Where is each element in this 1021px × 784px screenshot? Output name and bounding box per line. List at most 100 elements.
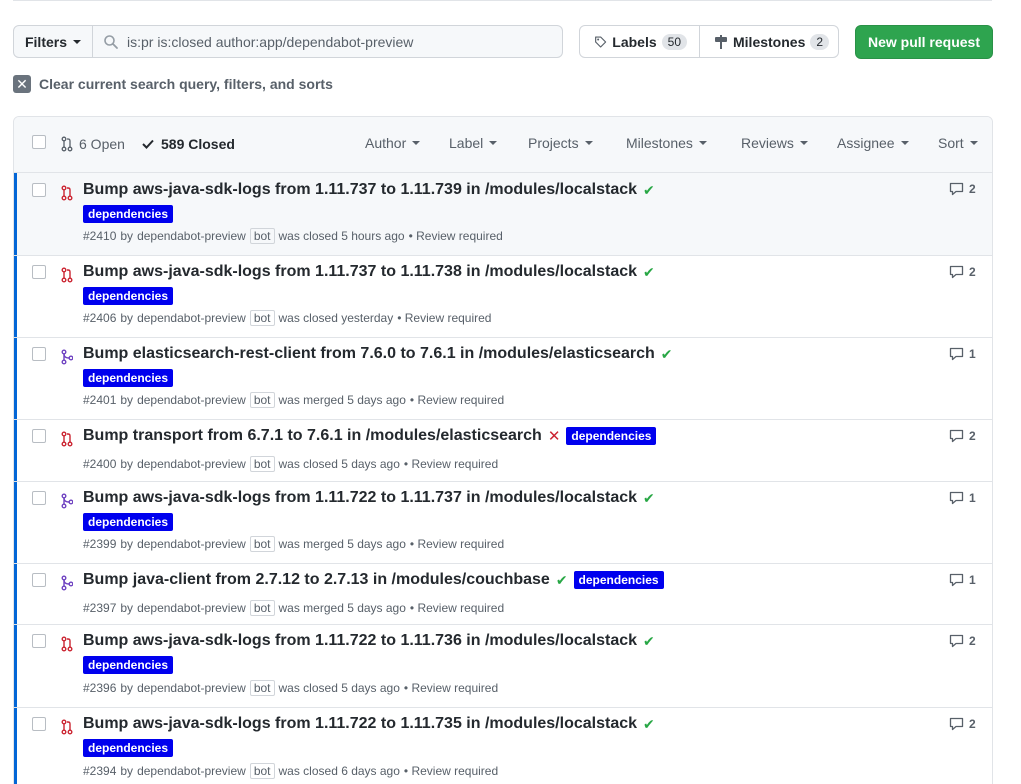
comments-link[interactable]: 2 <box>949 429 976 443</box>
milestone-icon <box>715 34 727 49</box>
check-icon[interactable]: ✔ <box>643 264 655 281</box>
row-checkbox[interactable] <box>32 347 46 361</box>
review-status-link[interactable]: • Review required <box>404 681 498 695</box>
row-checkbox[interactable] <box>32 717 46 731</box>
x-icon[interactable]: ✕ <box>548 427 561 445</box>
row-checkbox[interactable] <box>32 183 46 197</box>
review-status-link[interactable]: • Review required <box>409 229 503 243</box>
review-status-link[interactable]: • Review required <box>397 311 491 325</box>
comments-link[interactable]: 1 <box>949 347 976 361</box>
row-checkbox[interactable] <box>32 573 46 587</box>
check-icon[interactable]: ✔ <box>643 182 655 199</box>
author-link[interactable]: dependabot-preview <box>137 311 246 325</box>
dependencies-label[interactable]: dependencies <box>83 205 174 223</box>
pull-request-title[interactable]: Bump aws-java-sdk-logs from 1.11.737 to … <box>83 181 655 199</box>
select-all-checkbox[interactable] <box>32 135 46 149</box>
closed-count-label: 589 Closed <box>161 136 235 152</box>
dependencies-label[interactable]: dependencies <box>83 369 174 387</box>
row-checkbox[interactable] <box>32 491 46 505</box>
close-icon: ✕ <box>13 75 31 93</box>
pull-request-title-text: Bump transport from 6.7.1 to 7.6.1 in /m… <box>83 427 542 444</box>
comments-link[interactable]: 2 <box>949 182 976 196</box>
author-link[interactable]: dependabot-preview <box>137 537 246 551</box>
comments-link[interactable]: 1 <box>949 491 976 505</box>
pull-request-title[interactable]: Bump java-client from 2.7.12 to 2.7.13 i… <box>83 571 664 589</box>
projects-menu[interactable]: Projects <box>528 135 593 151</box>
open-filter-link[interactable]: 6 Open <box>61 136 125 152</box>
review-status-link[interactable]: • Review required <box>410 601 504 615</box>
pr-number-link[interactable]: #2406 <box>83 311 116 325</box>
comments-count: 1 <box>969 491 976 505</box>
author-link[interactable]: dependabot-preview <box>137 764 246 778</box>
assignee-menu[interactable]: Assignee <box>837 135 909 151</box>
check-icon[interactable]: ✔ <box>643 716 655 733</box>
pr-number-link[interactable]: #2396 <box>83 681 116 695</box>
closed-pull-request-icon <box>61 267 73 283</box>
pull-request-title-text: Bump elasticsearch-rest-client from 7.6.… <box>83 345 655 362</box>
filters-label: Filters <box>24 33 67 50</box>
filters-button[interactable]: Filters <box>13 25 93 58</box>
search-input[interactable] <box>127 33 547 50</box>
author-link[interactable]: dependabot-preview <box>137 393 246 407</box>
pull-request-title[interactable]: Bump elasticsearch-rest-client from 7.6.… <box>83 345 673 363</box>
pr-number-link[interactable]: #2401 <box>83 393 116 407</box>
comments-link[interactable]: 2 <box>949 634 976 648</box>
reviews-menu[interactable]: Reviews <box>741 135 808 151</box>
milestones-button[interactable]: Milestones 2 <box>699 26 841 57</box>
review-status-link[interactable]: • Review required <box>410 537 504 551</box>
review-status-link[interactable]: • Review required <box>404 457 498 471</box>
dependencies-label[interactable]: dependencies <box>566 427 657 445</box>
comments-link[interactable]: 1 <box>949 573 976 587</box>
check-icon[interactable]: ✔ <box>556 572 568 589</box>
author-link[interactable]: dependabot-preview <box>137 229 246 243</box>
row-checkbox[interactable] <box>32 265 46 279</box>
check-icon[interactable]: ✔ <box>643 490 655 507</box>
search-field[interactable] <box>93 25 563 58</box>
author-link[interactable]: dependabot-preview <box>137 681 246 695</box>
check-icon[interactable]: ✔ <box>643 633 655 650</box>
clear-filters-link[interactable]: ✕ Clear current search query, filters, a… <box>13 75 333 93</box>
pull-request-title[interactable]: Bump aws-java-sdk-logs from 1.11.722 to … <box>83 715 655 733</box>
pull-request-meta: #2401 by dependabot-preview bot was merg… <box>83 392 504 408</box>
author-link[interactable]: dependabot-preview <box>137 601 246 615</box>
pr-number-link[interactable]: #2397 <box>83 601 116 615</box>
tag-icon <box>595 35 607 48</box>
comments-link[interactable]: 2 <box>949 265 976 279</box>
milestones-menu[interactable]: Milestones <box>626 135 707 151</box>
label-menu[interactable]: Label <box>449 135 498 151</box>
dependencies-label[interactable]: dependencies <box>573 571 664 589</box>
review-status-link[interactable]: • Review required <box>410 393 504 407</box>
dependencies-label[interactable]: dependencies <box>83 656 174 674</box>
sort-menu[interactable]: Sort <box>938 135 978 151</box>
pr-number-link[interactable]: #2410 <box>83 229 116 243</box>
pr-number-link[interactable]: #2400 <box>83 457 116 471</box>
row-checkbox[interactable] <box>32 429 46 443</box>
by-text: by <box>120 457 134 471</box>
comments-count: 2 <box>969 265 976 279</box>
pull-request-title[interactable]: Bump aws-java-sdk-logs from 1.11.737 to … <box>83 263 655 281</box>
labels-button[interactable]: Labels 50 <box>580 26 699 57</box>
check-icon[interactable]: ✔ <box>661 346 673 363</box>
author-link[interactable]: dependabot-preview <box>137 457 246 471</box>
bot-badge: bot <box>249 228 275 244</box>
row-checkbox[interactable] <box>32 634 46 648</box>
dependencies-label[interactable]: dependencies <box>83 513 174 531</box>
dependencies-label[interactable]: dependencies <box>83 739 174 757</box>
new-pull-request-button[interactable]: New pull request <box>855 25 993 59</box>
pull-request-title[interactable]: Bump transport from 6.7.1 to 7.6.1 in /m… <box>83 427 657 445</box>
pull-request-row: Bump aws-java-sdk-logs from 1.11.737 to … <box>14 173 992 256</box>
comments-link[interactable]: 2 <box>949 717 976 731</box>
dependencies-label[interactable]: dependencies <box>83 287 174 305</box>
pull-request-row: Bump aws-java-sdk-logs from 1.11.722 to … <box>14 482 992 564</box>
pull-request-title[interactable]: Bump aws-java-sdk-logs from 1.11.722 to … <box>83 632 655 650</box>
comment-icon <box>949 573 964 587</box>
status-text: was closed 5 hours ago <box>278 229 405 243</box>
review-status-link[interactable]: • Review required <box>404 764 498 778</box>
author-menu[interactable]: Author <box>365 135 421 151</box>
pr-number-link[interactable]: #2399 <box>83 537 116 551</box>
by-text: by <box>120 601 134 615</box>
pr-number-link[interactable]: #2394 <box>83 764 116 778</box>
labels-milestones-group: Labels 50 Milestones 2 <box>579 25 839 58</box>
closed-filter-link[interactable]: 589 Closed <box>141 136 235 152</box>
pull-request-title[interactable]: Bump aws-java-sdk-logs from 1.11.722 to … <box>83 489 655 507</box>
